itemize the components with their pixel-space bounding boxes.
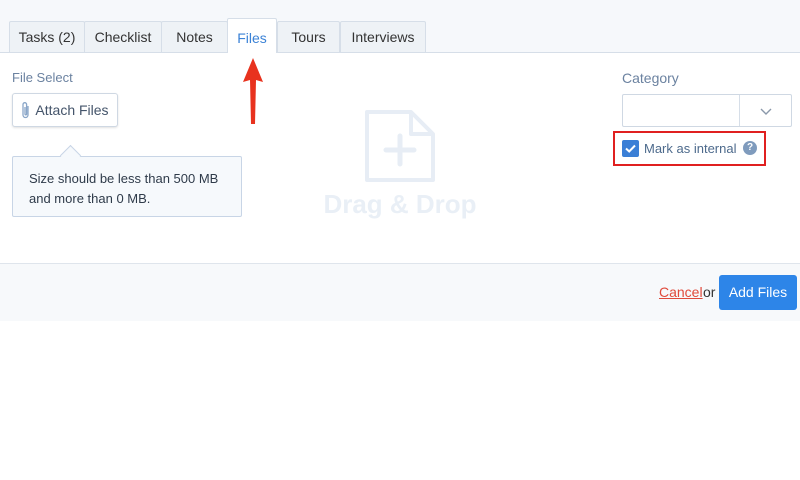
help-icon[interactable]: ? [743,141,757,155]
drag-drop-label: Drag & Drop [323,189,477,219]
file-select-label: File Select [12,70,73,85]
annotation-arrow-icon [243,58,263,124]
tab-notes[interactable]: Notes [161,21,228,52]
chevron-down-icon[interactable] [759,104,773,118]
drag-drop-zone[interactable]: Drag & Drop [310,105,490,225]
tab-divider [0,52,800,53]
category-select[interactable] [622,94,792,127]
tab-files[interactable]: Files [227,18,277,53]
cancel-link[interactable]: Cancel [659,284,703,300]
attach-files-button[interactable]: Attach Files [12,93,118,127]
select-divider [739,95,740,126]
mark-internal-label[interactable]: Mark as internal [644,141,736,156]
file-size-tooltip: Size should be less than 500 MB and more… [12,156,242,217]
paperclip-icon [22,102,30,119]
file-plus-icon [365,110,435,182]
tab-tours[interactable]: Tours [277,21,340,52]
category-label: Category [622,70,679,86]
attach-files-label: Attach Files [35,102,109,118]
checkmark-icon [625,144,636,153]
tab-tasks[interactable]: Tasks (2) [9,21,85,52]
mark-internal-checkbox[interactable] [622,140,639,157]
add-files-button[interactable]: Add Files [719,275,797,310]
tab-checklist[interactable]: Checklist [84,21,162,52]
or-text: or [703,284,716,300]
tab-interviews[interactable]: Interviews [340,21,426,52]
